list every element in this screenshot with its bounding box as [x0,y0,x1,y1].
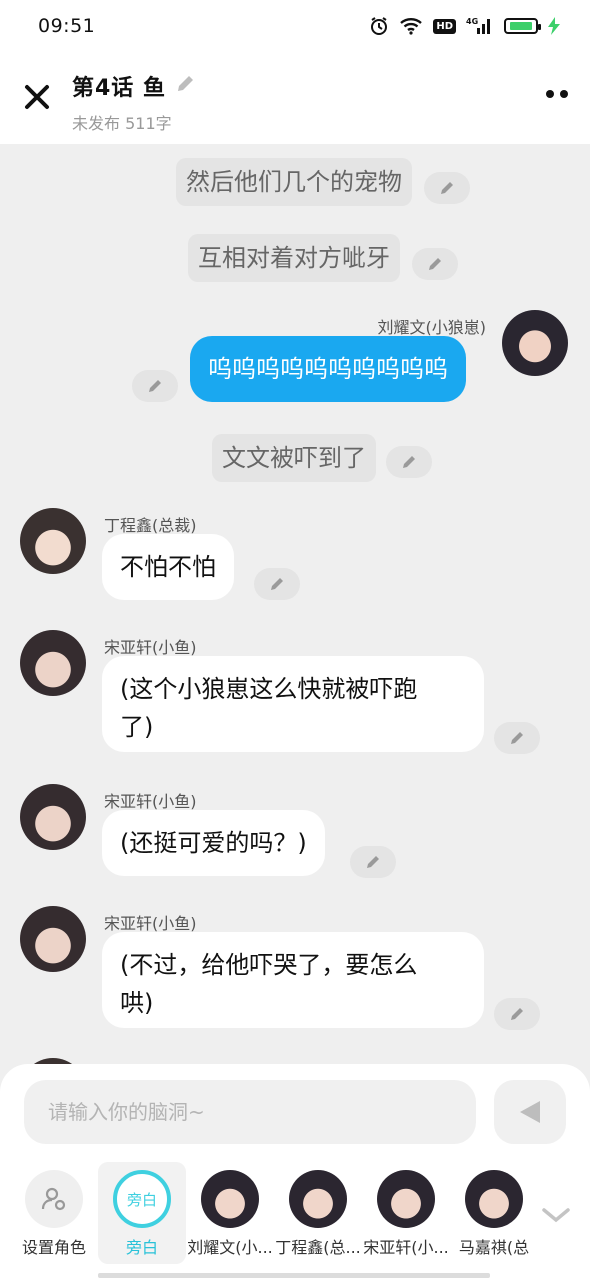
wifi-icon [399,17,423,35]
pencil-icon [511,1008,523,1020]
role-label: 刘耀文(小... [187,1238,273,1257]
edit-button[interactable] [494,722,540,754]
hd-badge: HD [433,18,456,34]
pencil-icon [441,182,453,194]
role-label: 丁程鑫(总... [275,1238,361,1257]
chat-area[interactable]: 然后他们几个的宠物 互相对着对方呲牙 刘耀文(小狼崽) 呜呜呜呜呜呜呜呜呜呜 文… [0,144,590,1064]
pencil-icon [367,856,379,868]
message-bubble[interactable]: (不过，给他吓哭了，要怎么 哄) [102,932,484,1028]
send-icon [520,1101,540,1123]
svg-text:4G: 4G [466,17,478,26]
avatar[interactable] [20,630,86,696]
narration-item: 然后他们几个的宠物 [176,158,412,206]
pencil-icon [271,578,283,590]
role-character[interactable]: 丁程鑫(总... [274,1162,362,1264]
narration-item: 互相对着对方呲牙 [188,234,400,282]
edit-button[interactable] [386,446,432,478]
edit-button[interactable] [424,172,470,204]
pencil-icon [403,456,415,468]
pencil-icon [177,76,193,91]
role-character[interactable]: 马嘉祺(总 [450,1162,538,1264]
pencil-icon [149,380,161,392]
message-bubble[interactable]: 不怕不怕 [102,534,234,600]
narration-bubble[interactable]: 文文被吓到了 [212,434,376,482]
message-line: (这个小狼崽这么快就被吓跑 [120,675,418,703]
signal-icon: 4G [466,16,494,36]
status-time: 09:51 [38,15,96,37]
role-label: 旁白 [125,1238,158,1257]
speaker-name: 宋亚轩(小鱼) [104,792,197,811]
edit-button[interactable] [412,248,458,280]
edit-button[interactable] [254,568,300,600]
more-dot-icon [560,90,568,98]
header: 第4话 鱼 未发布 511字 [0,52,590,144]
message-line: 了) [120,713,154,741]
role-narrator[interactable]: 旁白 旁白 [98,1162,186,1264]
narration-item: 文文被吓到了 [212,434,376,482]
pencil-icon [429,258,441,270]
role-label: 马嘉祺(总 [458,1238,530,1257]
avatar [201,1170,259,1228]
message-line: 哄) [120,989,154,1017]
narration-bubble[interactable]: 互相对着对方呲牙 [188,234,400,282]
send-button[interactable] [494,1080,566,1144]
more-button[interactable] [546,90,568,98]
avatar [289,1170,347,1228]
status-icons: HD 4G [369,16,560,36]
avatar[interactable] [502,310,568,376]
pencil-icon [511,732,523,744]
word-count: 未发布 511字 [72,114,172,133]
more-dot-icon [546,90,554,98]
composer-panel: 设置角色 旁白 旁白 刘耀文(小... 丁程鑫(总... 宋亚轩(小... 马嘉… [0,1064,590,1280]
message-line: (不过，给他吓哭了，要怎么 [120,951,418,979]
narrator-icon: 旁白 [113,1170,171,1228]
role-settings-icon [25,1170,83,1228]
avatar[interactable] [20,508,86,574]
edit-title-button[interactable] [174,73,196,99]
avatar[interactable] [20,906,86,972]
message-input[interactable] [24,1080,476,1144]
edit-button[interactable] [132,370,178,402]
edit-button[interactable] [494,998,540,1030]
role-character[interactable]: 宋亚轩(小... [362,1162,450,1264]
role-selector: 设置角色 旁白 旁白 刘耀文(小... 丁程鑫(总... 宋亚轩(小... 马嘉… [0,1162,590,1272]
message-bubble[interactable]: (还挺可爱的吗？) [102,810,325,876]
message-bubble[interactable]: (这个小狼崽这么快就被吓跑 了) [102,656,484,752]
speaker-name: 宋亚轩(小鱼) [104,914,197,933]
alarm-icon [369,16,389,36]
charging-icon [548,17,560,35]
role-character[interactable]: 刘耀文(小... [186,1162,274,1264]
status-bar: 09:51 HD 4G [0,0,590,52]
role-setup[interactable]: 设置角色 [10,1162,98,1264]
role-label: 设置角色 [21,1238,86,1257]
avatar [377,1170,435,1228]
close-button[interactable] [22,82,52,112]
battery-icon [504,18,541,34]
chevron-down-icon [542,1208,570,1223]
speaker-name: 丁程鑫(总裁) [104,516,197,535]
expand-roles-button[interactable] [540,1204,572,1230]
avatar [465,1170,523,1228]
edit-button[interactable] [350,846,396,878]
page-title: 第4话 鱼 [72,76,166,101]
role-label: 宋亚轩(小... [363,1238,449,1257]
narration-bubble[interactable]: 然后他们几个的宠物 [176,158,412,206]
speaker-name: 宋亚轩(小鱼) [104,638,197,657]
close-icon [25,85,49,109]
title-area: 第4话 鱼 未发布 511字 [72,70,196,134]
speaker-name: 刘耀文(小狼崽) [377,318,487,337]
scroll-indicator [98,1273,490,1278]
message-bubble[interactable]: 呜呜呜呜呜呜呜呜呜呜 [190,336,466,402]
avatar[interactable] [20,784,86,850]
